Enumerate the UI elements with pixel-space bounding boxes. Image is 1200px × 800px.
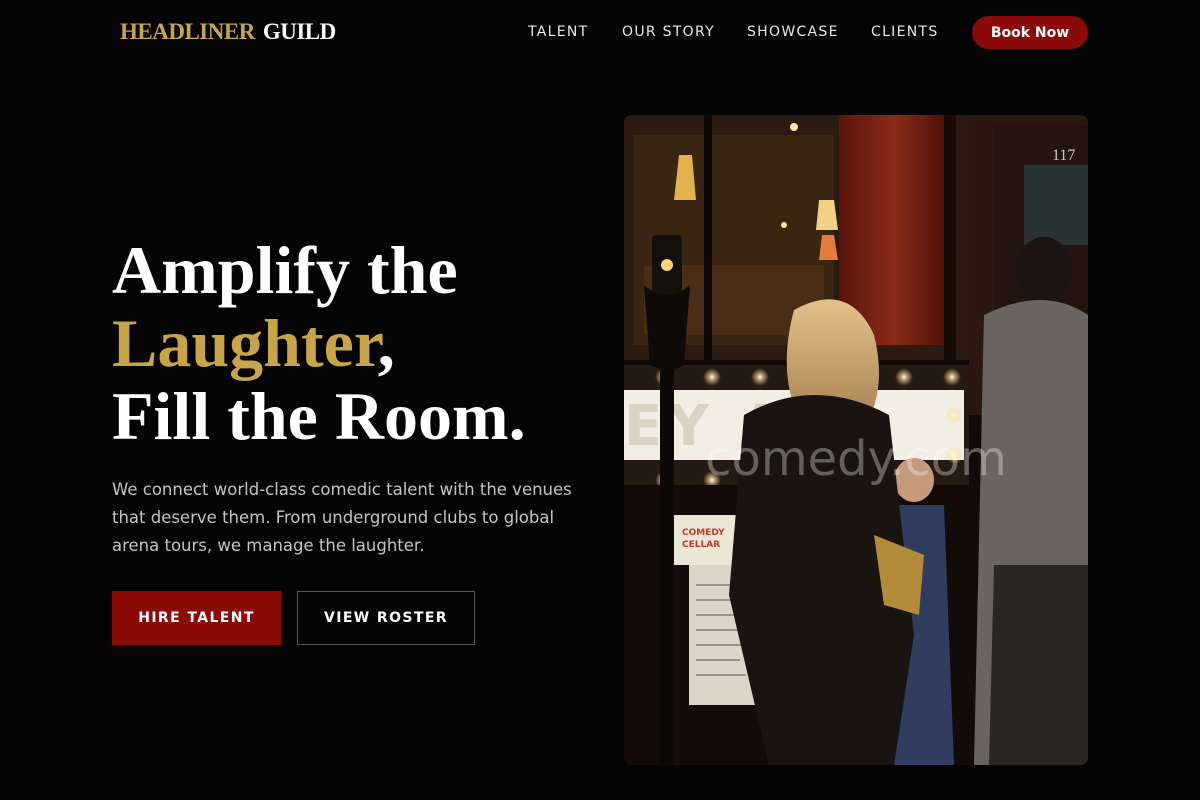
- nav-link-clients[interactable]: CLIENTS: [871, 24, 939, 40]
- headline-comma: ,: [377, 305, 395, 381]
- book-now-button[interactable]: Book Now: [972, 16, 1088, 49]
- hire-talent-button[interactable]: HIRE TALENT: [112, 591, 281, 645]
- site-header: HEADLINER GUILD TALENT OUR STORY SHOWCASE…: [0, 0, 1200, 66]
- image-watermark: comedy.com: [705, 431, 1007, 487]
- hero-headline: Amplify the Laughter, Fill the Room.: [112, 234, 526, 453]
- nav-link-our-story[interactable]: OUR STORY: [622, 24, 715, 40]
- door-number: 117: [1052, 147, 1075, 164]
- brand-logo-part1: HEADLINER: [120, 19, 255, 44]
- svg-text:CELLAR: CELLAR: [682, 540, 720, 550]
- nav-link-showcase[interactable]: SHOWCASE: [747, 24, 839, 40]
- headline-accent: Laughter: [112, 305, 378, 381]
- hero-description: We connect world-class comedic talent wi…: [112, 480, 572, 555]
- hero-photo: 117 EY AR COMEDY CELLAR comedy.com: [624, 115, 1088, 765]
- nav-link-talent[interactable]: TALENT: [528, 24, 589, 40]
- headline-line1: Amplify the: [112, 232, 458, 308]
- brand-logo-part2: GUILD: [262, 19, 336, 44]
- brand-logo[interactable]: HEADLINER GUILD: [120, 19, 336, 45]
- view-roster-button[interactable]: VIEW ROSTER: [297, 591, 475, 645]
- headline-line3: Fill the Room.: [112, 378, 526, 454]
- comedy-cellar-sign: COMEDY: [682, 528, 725, 538]
